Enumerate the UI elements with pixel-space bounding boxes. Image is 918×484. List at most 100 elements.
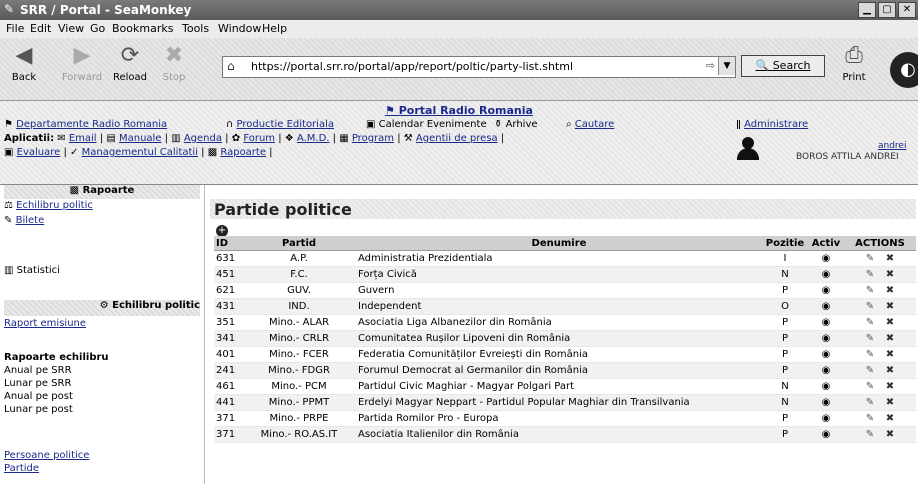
sidebar-item-anual-post[interactable]: Anual pe post: [4, 391, 73, 402]
minimize-button[interactable]: ▁: [858, 2, 876, 18]
close-button[interactable]: ✕: [898, 2, 916, 18]
nav-manuale[interactable]: Manuale: [119, 133, 162, 144]
table-row[interactable]: 461 Mino.- PCM Partidul Civic Maghiar - Ma…: [214, 378, 916, 395]
edit-icon[interactable]: ✎: [860, 333, 880, 344]
throbber-icon[interactable]: ◐: [890, 52, 918, 88]
table-row[interactable]: 431 IND. Independent O ◉ ✎ ✖: [214, 298, 916, 315]
edit-icon[interactable]: ✎: [860, 253, 880, 264]
edit-icon[interactable]: ✎: [860, 301, 880, 312]
edit-icon[interactable]: ✎: [860, 429, 880, 440]
edit-icon[interactable]: ✎: [860, 285, 880, 296]
sidebar-item-statistici[interactable]: ▥ Statistici: [4, 265, 60, 276]
portal-title[interactable]: ⚑ Portal Radio Romania: [0, 104, 918, 117]
active-status-icon: ◉: [821, 301, 831, 312]
stop-button[interactable]: ✖ Stop: [152, 42, 196, 83]
nav-productie[interactable]: ∩ Productie Editoriala: [226, 119, 334, 130]
active-status-icon: ◉: [821, 397, 831, 408]
delete-icon[interactable]: ✖: [880, 317, 900, 328]
edit-icon[interactable]: ✎: [860, 413, 880, 424]
sidebar-item-anual-srr[interactable]: Anual pe SRR: [4, 365, 72, 376]
portal-title-text[interactable]: Portal Radio Romania: [399, 104, 533, 117]
col-activ[interactable]: Activ: [808, 236, 844, 251]
sidebar-item-persoane[interactable]: Persoane politice: [4, 450, 89, 461]
sidebar-item-lunar-srr[interactable]: Lunar pe SRR: [4, 378, 71, 389]
col-denumire[interactable]: Denumire: [356, 236, 762, 251]
url-bar[interactable]: ⌂ https://portal.srr.ro/portal/app/repor…: [222, 56, 736, 78]
nav-rapoarte[interactable]: Rapoarte: [220, 147, 266, 158]
menu-file[interactable]: File: [6, 22, 24, 35]
menu-help[interactable]: Help: [262, 22, 287, 35]
go-icon[interactable]: ⇨: [706, 59, 715, 72]
url-text[interactable]: https://portal.srr.ro/portal/app/report/…: [251, 60, 573, 73]
menu-edit[interactable]: Edit: [30, 22, 51, 35]
reload-button[interactable]: ⟳ Reload: [108, 42, 152, 83]
nav-email[interactable]: Email: [69, 133, 97, 144]
sidebar-item-bilete-label[interactable]: Bilete: [16, 215, 45, 226]
delete-icon[interactable]: ✖: [880, 269, 900, 280]
delete-icon[interactable]: ✖: [880, 349, 900, 360]
table-row[interactable]: 371 Mino.- PRPE Partida Romilor Pro - Euro…: [214, 410, 916, 427]
nav-evaluare[interactable]: Evaluare: [17, 147, 61, 158]
nav-calendar[interactable]: ▣ Calendar Evenimente: [366, 119, 487, 130]
sidebar-item-lunar-post[interactable]: Lunar pe post: [4, 404, 73, 415]
sidebar-item-partide-label[interactable]: Partide: [4, 463, 39, 474]
delete-icon[interactable]: ✖: [880, 397, 900, 408]
table-row[interactable]: 371 Mino.- RO.AS.IT Asociatia Italienilor …: [214, 426, 916, 443]
table-row[interactable]: 441 Mino.- PPMT Erdelyi Magyar Neppart - P…: [214, 394, 916, 411]
maximize-button[interactable]: ▢: [878, 2, 896, 18]
print-button[interactable]: ⎙ Print: [832, 42, 876, 83]
nav-agentii[interactable]: Agentii de presa: [416, 133, 498, 144]
delete-icon[interactable]: ✖: [880, 365, 900, 376]
sidebar-item-persoane-label[interactable]: Persoane politice: [4, 450, 89, 461]
sidebar-item-raport-emisiune[interactable]: Raport emisiune: [4, 318, 86, 329]
menu-window[interactable]: Window: [218, 22, 261, 35]
nav-departamente[interactable]: ⚑ Departamente Radio Romania: [4, 119, 167, 130]
delete-icon[interactable]: ✖: [880, 381, 900, 392]
nav-arhive[interactable]: ⚱ Arhive: [494, 119, 538, 130]
table-row[interactable]: 351 Mino.- ALAR Asociatia Liga Albanezilor…: [214, 314, 916, 331]
menu-tools[interactable]: Tools: [182, 22, 209, 35]
edit-icon[interactable]: ✎: [860, 381, 880, 392]
back-button[interactable]: ◀ Back: [2, 42, 46, 83]
nav-forum[interactable]: Forum: [243, 133, 275, 144]
table-row[interactable]: 451 F.C. Forța Civică N ◉ ✎ ✖: [214, 266, 916, 283]
nav-cautare[interactable]: ⌕ Cautare: [566, 119, 614, 130]
table-row[interactable]: 341 Mino.- CRLR Comunitatea Rușilor Lipove…: [214, 330, 916, 347]
table-row[interactable]: 241 Mino.- FDGR Forumul Democrat al German…: [214, 362, 916, 379]
table-row[interactable]: 621 GUV. Guvern P ◉ ✎ ✖: [214, 282, 916, 299]
delete-icon[interactable]: ✖: [880, 285, 900, 296]
search-button[interactable]: 🔍 Search: [741, 55, 825, 77]
sidebar-item-raport-emisiune-label[interactable]: Raport emisiune: [4, 318, 86, 329]
nav-amd[interactable]: A.M.D.: [297, 133, 330, 144]
menu-bookmarks[interactable]: Bookmarks: [112, 22, 173, 35]
edit-icon[interactable]: ✎: [860, 349, 880, 360]
user-id-link[interactable]: andrei: [878, 141, 906, 151]
forward-button[interactable]: ▶ Forward: [60, 42, 104, 83]
nav-management[interactable]: Managementul Calitatii: [82, 147, 198, 158]
delete-icon[interactable]: ✖: [880, 253, 900, 264]
table-row[interactable]: 401 Mino.- FCER Federatia Comunităților Ev…: [214, 346, 916, 363]
sidebar-item-echilibru[interactable]: ⚖ Echilibru politic: [4, 200, 93, 211]
nav-program[interactable]: Program: [352, 133, 394, 144]
edit-icon[interactable]: ✎: [860, 269, 880, 280]
edit-icon[interactable]: ✎: [860, 397, 880, 408]
nav-agenda[interactable]: Agenda: [184, 133, 222, 144]
table-row[interactable]: 631 A.P. Administratia Prezidentiala I ◉ ✎ ✖: [214, 250, 916, 267]
delete-icon[interactable]: ✖: [880, 429, 900, 440]
sidebar-item-bilete[interactable]: ✎ Bilete: [4, 215, 44, 226]
admin-link[interactable]: Administrare: [744, 119, 808, 130]
edit-icon[interactable]: ✎: [860, 317, 880, 328]
col-id[interactable]: ID: [214, 236, 242, 251]
nav-administrare[interactable]: ǁ Administrare: [736, 119, 808, 130]
delete-icon[interactable]: ✖: [880, 413, 900, 424]
sidebar-item-partide[interactable]: Partide: [4, 463, 39, 474]
url-dropdown-icon[interactable]: ▼: [718, 57, 735, 75]
delete-icon[interactable]: ✖: [880, 301, 900, 312]
sidebar-item-echilibru-label[interactable]: Echilibru politic: [16, 200, 93, 211]
delete-icon[interactable]: ✖: [880, 333, 900, 344]
menu-go[interactable]: Go: [90, 22, 105, 35]
col-partid[interactable]: Partid: [242, 236, 356, 251]
col-pozitie[interactable]: Pozitie: [762, 236, 808, 251]
edit-icon[interactable]: ✎: [860, 365, 880, 376]
menu-view[interactable]: View: [58, 22, 84, 35]
